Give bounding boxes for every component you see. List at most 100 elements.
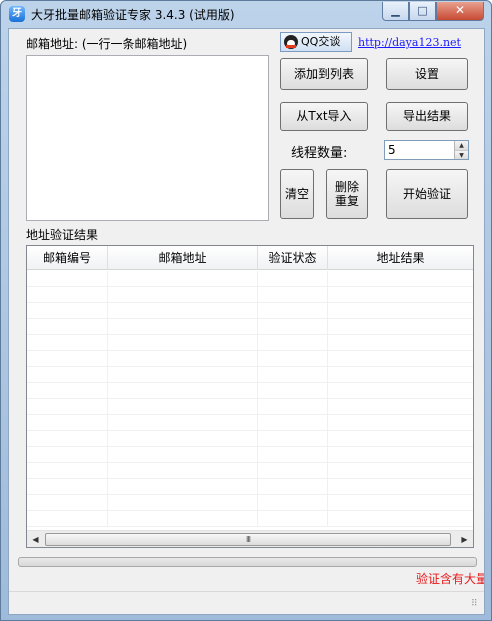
scroll-right-icon[interactable]: ▶ xyxy=(456,532,473,547)
table-cell xyxy=(258,351,328,367)
table-row[interactable] xyxy=(27,319,473,335)
table-cell xyxy=(328,303,473,319)
table-cell xyxy=(108,399,258,415)
table-cell xyxy=(108,303,258,319)
table-cell xyxy=(258,303,328,319)
table-cell xyxy=(328,463,473,479)
table-cell xyxy=(258,479,328,495)
table-row[interactable] xyxy=(27,303,473,319)
table-cell xyxy=(27,351,108,367)
table-row[interactable] xyxy=(27,335,473,351)
table-cell xyxy=(27,367,108,383)
column-header-status[interactable]: 验证状态 xyxy=(258,246,328,270)
qq-icon xyxy=(284,35,298,49)
results-table[interactable]: 邮箱编号 邮箱地址 验证状态 地址结果 ◀ III ▶ xyxy=(26,245,474,548)
title-bar[interactable]: 牙 大牙批量邮箱验证专家 3.4.3 (试用版) ▁ □ ✕ xyxy=(1,1,491,27)
app-window: 牙 大牙批量邮箱验证专家 3.4.3 (试用版) ▁ □ ✕ 邮箱地址: (一行… xyxy=(0,0,492,621)
table-cell xyxy=(258,399,328,415)
spin-up-icon[interactable]: ▲ xyxy=(454,141,468,150)
table-cell xyxy=(108,511,258,527)
resize-grip-icon[interactable]: ⠿ xyxy=(471,600,481,612)
remove-duplicates-button[interactable]: 删除 重复 xyxy=(326,169,368,219)
table-cell xyxy=(258,319,328,335)
table-cell xyxy=(258,335,328,351)
table-cell xyxy=(328,271,473,287)
table-cell xyxy=(108,335,258,351)
start-verify-button[interactable]: 开始验证 xyxy=(386,169,468,219)
column-header-result[interactable]: 地址结果 xyxy=(328,246,473,270)
table-row[interactable] xyxy=(27,479,473,495)
table-cell xyxy=(27,399,108,415)
minimize-button[interactable]: ▁ xyxy=(382,2,409,21)
table-cell xyxy=(328,383,473,399)
app-icon: 牙 xyxy=(9,6,25,22)
table-cell xyxy=(27,415,108,431)
table-row[interactable] xyxy=(27,351,473,367)
table-cell xyxy=(27,271,108,287)
table-cell xyxy=(328,415,473,431)
table-cell xyxy=(258,415,328,431)
scroll-thumb[interactable]: III xyxy=(45,533,451,546)
table-cell xyxy=(258,383,328,399)
table-cell xyxy=(27,383,108,399)
website-link[interactable]: http://daya123.net xyxy=(358,36,461,49)
table-cell xyxy=(328,447,473,463)
table-row[interactable] xyxy=(27,495,473,511)
table-cell xyxy=(328,479,473,495)
clear-button[interactable]: 清空 xyxy=(280,169,314,219)
table-cell xyxy=(328,367,473,383)
table-row[interactable] xyxy=(27,463,473,479)
email-input-label: 邮箱地址: (一行一条邮箱地址) xyxy=(26,37,188,51)
table-cell xyxy=(108,495,258,511)
table-row[interactable] xyxy=(27,383,473,399)
results-table-body[interactable] xyxy=(27,271,473,527)
table-cell xyxy=(328,399,473,415)
table-cell xyxy=(258,447,328,463)
progress-bar xyxy=(18,557,477,567)
column-header-id[interactable]: 邮箱编号 xyxy=(27,246,108,270)
table-cell xyxy=(108,351,258,367)
table-row[interactable] xyxy=(27,431,473,447)
email-input-textarea[interactable] xyxy=(26,55,269,221)
table-cell xyxy=(108,463,258,479)
table-row[interactable] xyxy=(27,415,473,431)
close-button[interactable]: ✕ xyxy=(436,2,484,21)
table-row[interactable] xyxy=(27,287,473,303)
thread-count-spinner[interactable]: 5 ▲ ▼ xyxy=(384,140,469,160)
table-cell xyxy=(108,447,258,463)
table-cell xyxy=(108,431,258,447)
table-cell xyxy=(258,287,328,303)
table-cell xyxy=(108,287,258,303)
maximize-button[interactable]: □ xyxy=(409,2,436,21)
add-to-list-button[interactable]: 添加到列表 xyxy=(280,58,368,90)
table-row[interactable] xyxy=(27,511,473,527)
settings-button[interactable]: 设置 xyxy=(386,58,468,90)
spin-down-icon[interactable]: ▼ xyxy=(454,150,468,159)
table-cell xyxy=(27,479,108,495)
table-cell xyxy=(108,367,258,383)
import-txt-button[interactable]: 从Txt导入 xyxy=(280,102,368,131)
remove-duplicates-line1: 删除 xyxy=(334,180,359,194)
export-results-button[interactable]: 导出结果 xyxy=(386,102,468,131)
scroll-left-icon[interactable]: ◀ xyxy=(27,532,44,547)
table-row[interactable] xyxy=(27,271,473,287)
table-cell xyxy=(108,319,258,335)
thread-count-value[interactable]: 5 xyxy=(388,143,396,157)
table-row[interactable] xyxy=(27,447,473,463)
results-section-label: 地址验证结果 xyxy=(26,228,99,242)
table-cell xyxy=(258,431,328,447)
table-cell xyxy=(258,463,328,479)
column-header-email[interactable]: 邮箱地址 xyxy=(108,246,258,270)
horizontal-scrollbar[interactable]: ◀ III ▶ xyxy=(27,530,473,547)
table-cell xyxy=(108,271,258,287)
table-row[interactable] xyxy=(27,399,473,415)
qq-chat-button[interactable]: QQ交谈 xyxy=(280,32,352,52)
remove-duplicates-line2: 重复 xyxy=(334,194,359,208)
table-cell xyxy=(27,335,108,351)
table-row[interactable] xyxy=(27,367,473,383)
table-cell xyxy=(258,271,328,287)
table-cell xyxy=(27,447,108,463)
status-bar: ⠿ xyxy=(9,591,484,614)
window-title: 大牙批量邮箱验证专家 3.4.3 (试用版) xyxy=(31,8,235,22)
table-cell xyxy=(27,431,108,447)
